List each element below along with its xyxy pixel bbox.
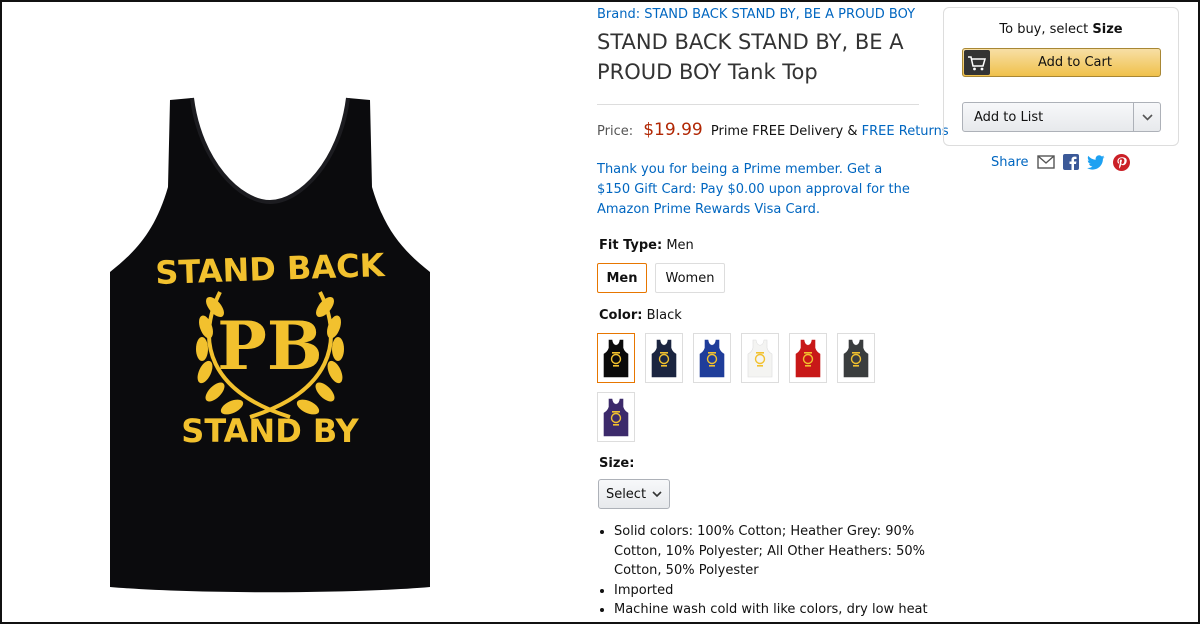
color-swatch-red[interactable] [789,333,827,383]
add-to-list-dropdown[interactable] [1133,103,1160,131]
divider [597,104,919,105]
share-label: Share [991,154,1029,170]
size-select-label: Select [605,486,647,502]
color-swatch-black[interactable] [597,333,635,383]
buy-prompt: To buy, select Size [999,22,1123,37]
chevron-down-icon [1141,113,1153,121]
feature-bullet: Machine wash cold with like colors, dry … [614,600,939,620]
color-selected: Black [646,308,682,323]
cart-icon [964,50,990,75]
price-value: $19.99 [643,120,703,140]
prime-card-promo-link[interactable]: Thank you for being a Prime member. Get … [597,160,919,220]
fit-option-men[interactable]: Men [597,263,647,293]
tank-thumbnail [843,339,869,378]
product-title: STAND BACK STAND BY, BE A PROUD BOY Tank… [597,30,904,84]
buy-box: To buy, select Size Add to Cart Add to L… [943,7,1179,146]
prime-delivery-text: Prime FREE Delivery & [710,124,858,139]
feature-bullets: Solid colors: 100% Cotton; Heather Grey:… [597,522,939,620]
price-row: Price: $19.99 Prime FREE Delivery & FREE… [597,120,949,140]
color-swatch-navy[interactable] [645,333,683,383]
size-label: Size: [599,456,635,471]
add-to-list-label: Add to List [974,109,1044,125]
color-swatch-white[interactable] [741,333,779,383]
color-swatch-asphalt[interactable] [837,333,875,383]
add-to-list-button[interactable]: Add to List [962,102,1161,132]
facebook-icon[interactable] [1062,154,1079,170]
price-label: Price: [597,124,634,139]
share-row: Share [991,152,1130,172]
feature-bullet: Imported [614,581,939,601]
size-select[interactable]: Select [598,479,670,509]
free-returns-link[interactable]: FREE Returns [862,124,949,139]
tank-thumbnail [651,339,677,378]
tank-thumbnail [603,339,629,378]
tank-thumbnail [699,339,725,378]
tank-thumbnail [603,398,629,437]
fit-option-women[interactable]: Women [655,263,725,293]
product-image[interactable]: STAND BACK PB STAND BY [100,92,440,597]
buy-prompt-size: Size [1092,22,1123,37]
add-to-cart-label: Add to Cart [1038,55,1112,70]
tank-top-image: STAND BACK PB STAND BY [110,97,430,593]
brand-link[interactable]: Brand: STAND BACK STAND BY, BE A PROUD B… [597,7,915,22]
add-to-cart-button[interactable]: Add to Cart [962,48,1161,77]
color-label: Color: Black [599,308,682,323]
tank-thumbnail [747,339,773,378]
twitter-icon[interactable] [1086,154,1105,170]
chevron-down-icon [652,490,662,497]
image-text-monogram: PB [217,307,322,385]
fit-type-label: Fit Type: Men [599,238,694,253]
pinterest-icon[interactable] [1112,153,1130,171]
tank-thumbnail [795,339,821,378]
image-text-top: STAND BACK [155,246,386,292]
color-swatch-purple[interactable] [597,392,635,442]
image-text-bottom: STAND BY [181,412,359,450]
feature-bullet: Solid colors: 100% Cotton; Heather Grey:… [614,522,939,581]
email-icon[interactable] [1036,155,1055,169]
fit-type-selected: Men [666,238,694,253]
color-swatch-royal-blue[interactable] [693,333,731,383]
